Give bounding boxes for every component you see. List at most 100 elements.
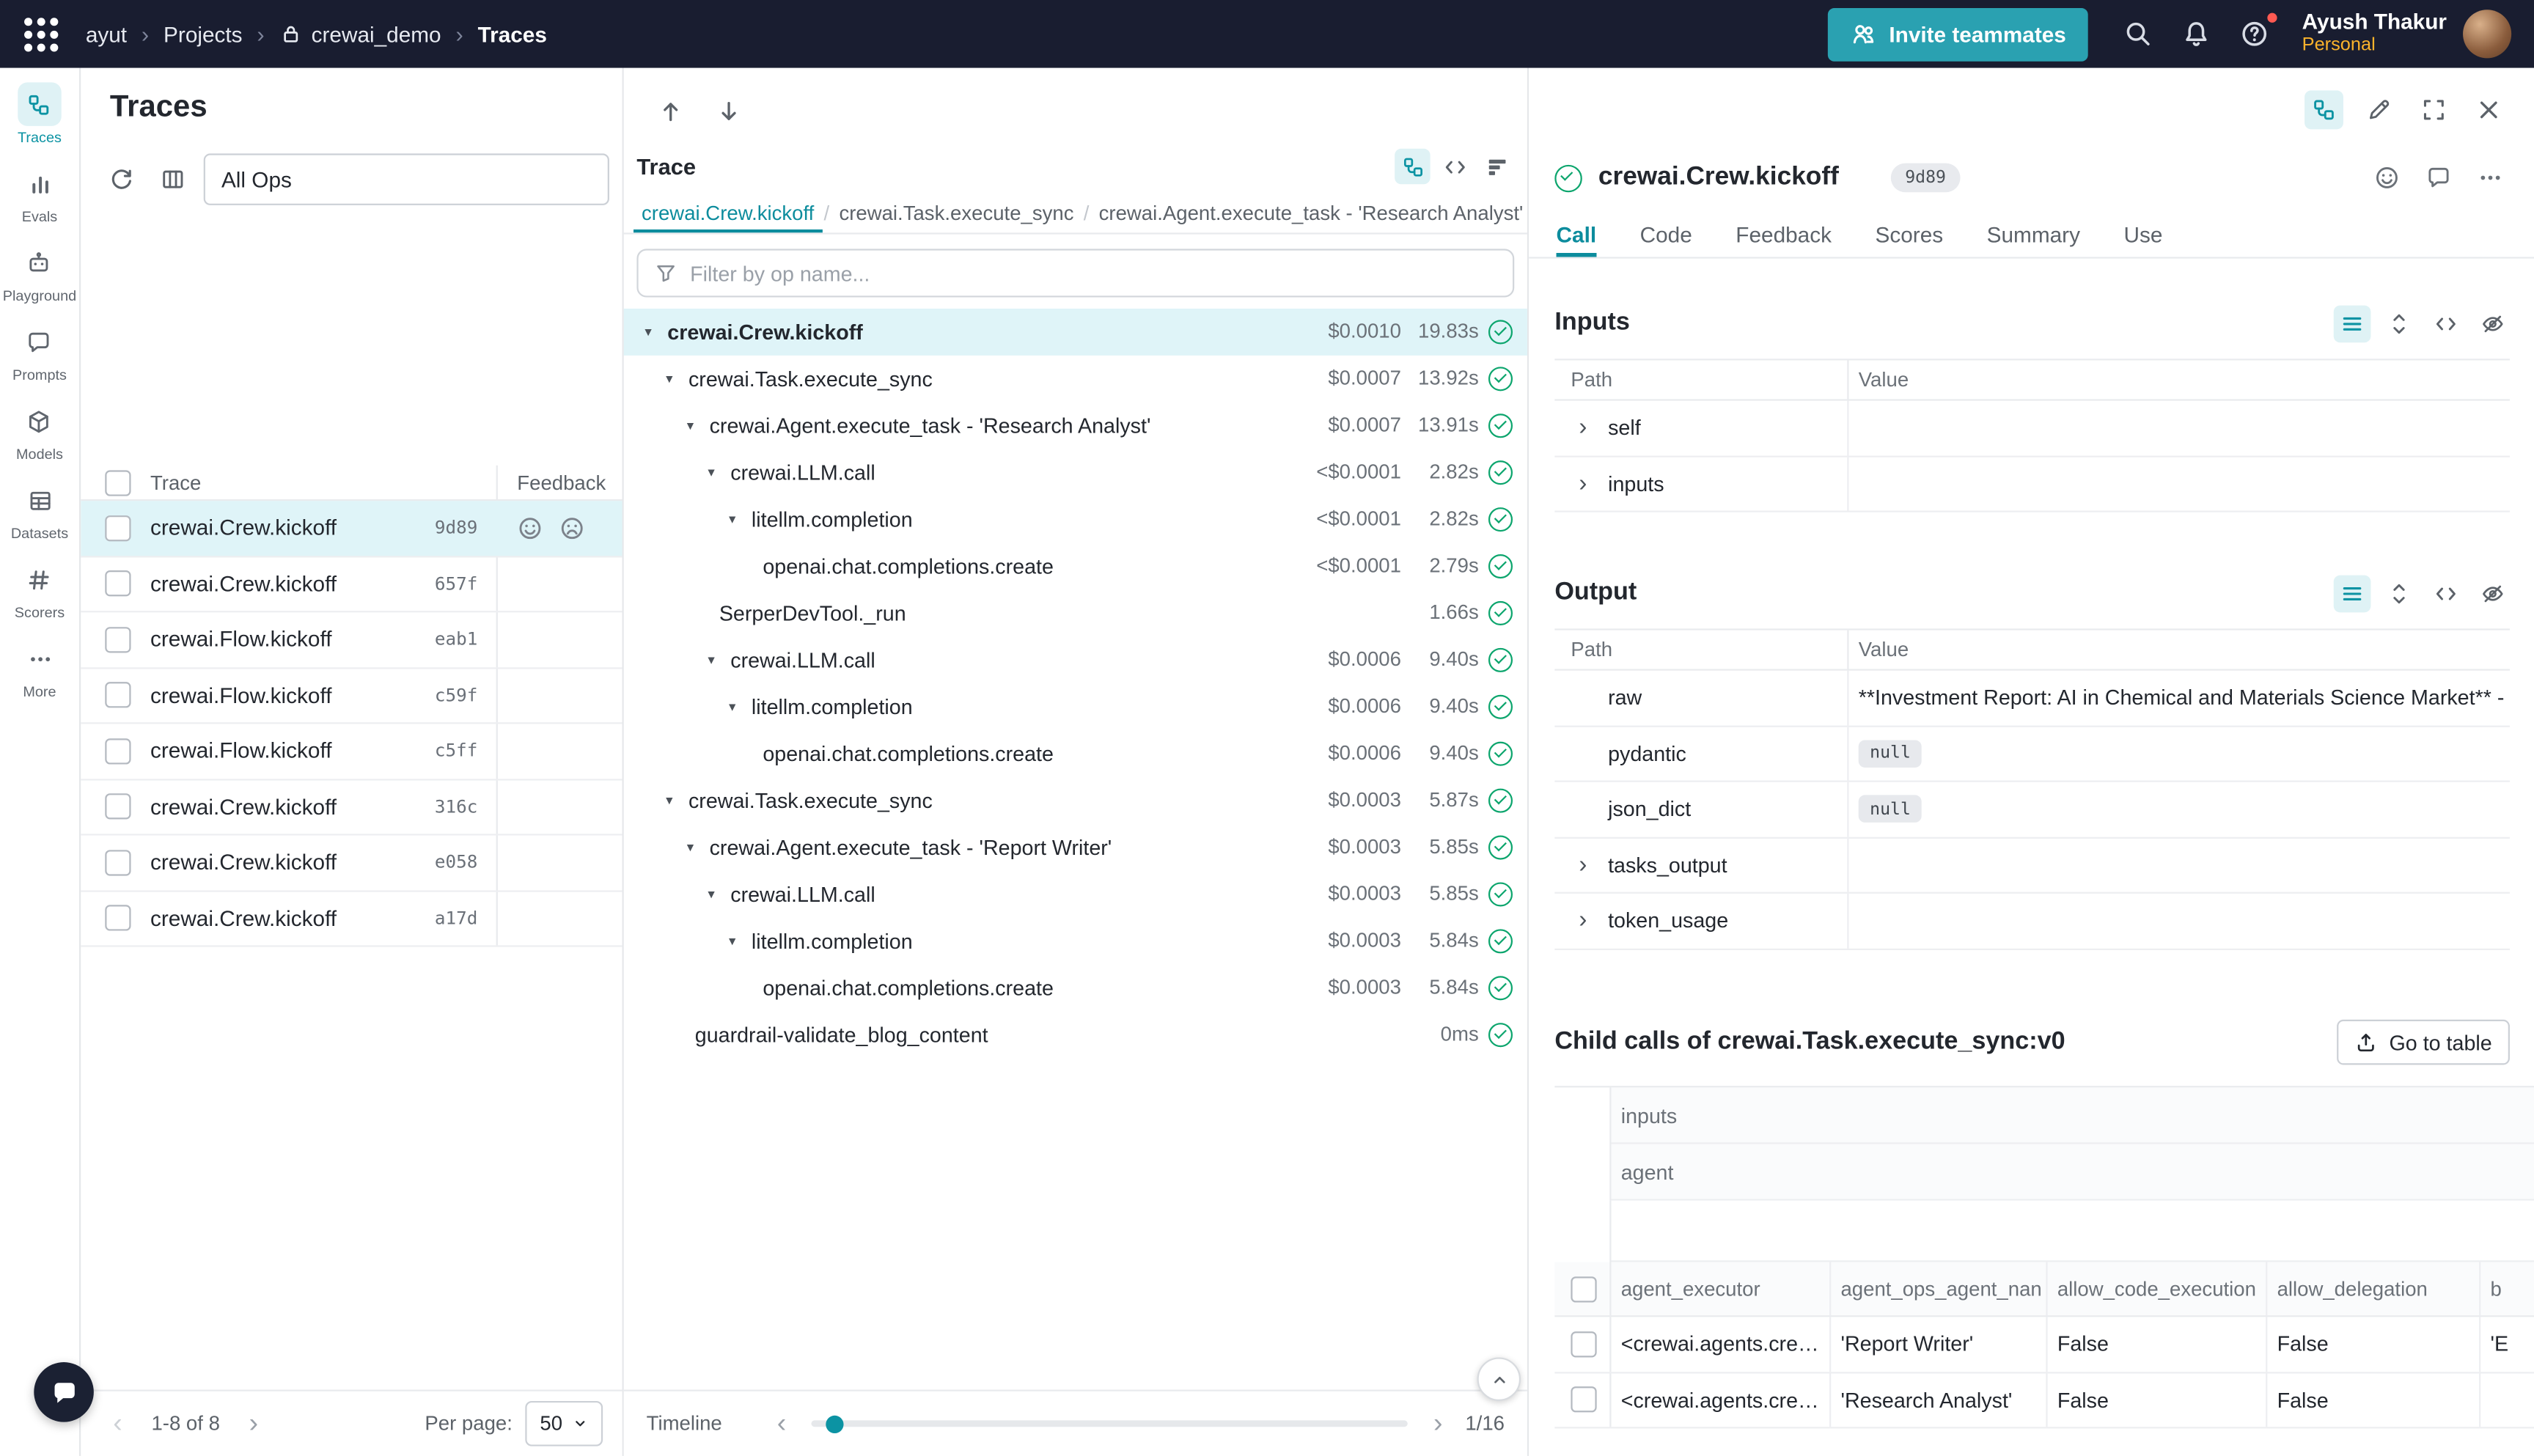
tab-feedback[interactable]: Feedback <box>1736 213 1832 257</box>
user-menu[interactable]: Ayush Thakur Personal <box>2302 10 2447 58</box>
flame-graph-view-button[interactable] <box>1479 149 1514 184</box>
search-icon[interactable] <box>2118 13 2159 55</box>
timeline-next-button[interactable]: › <box>1424 1408 1453 1440</box>
tree-row[interactable]: openai.chat.completions.create $0.0006 9… <box>624 730 1527 777</box>
row-checkbox[interactable] <box>105 571 131 597</box>
chevron-down-icon[interactable]: ▾ <box>666 777 672 824</box>
tree-row[interactable]: ▾ crewai.LLM.call $0.0003 5.85s <box>624 871 1527 918</box>
input-row[interactable]: ›self <box>1554 401 2510 457</box>
next-trace-arrow-down[interactable] <box>711 94 746 129</box>
path-tab[interactable]: crewai.Agent.execute_task - 'Research An… <box>1091 194 1527 232</box>
help-icon[interactable] <box>2234 13 2276 55</box>
timeline-slider-handle[interactable] <box>826 1415 844 1433</box>
trace-row[interactable]: crewai.Crew.kickoff 316c <box>81 779 622 835</box>
fullscreen-button[interactable] <box>2414 90 2453 129</box>
breadcrumb-traces[interactable]: Traces <box>478 22 547 46</box>
code-view-button[interactable] <box>1436 149 1472 184</box>
sidebar-item-models[interactable]: Models <box>16 399 63 462</box>
column-header[interactable]: allow_delegation <box>2266 1262 2479 1315</box>
overflow-menu-icon[interactable] <box>2472 160 2508 195</box>
row-checkbox[interactable] <box>105 794 131 820</box>
previous-trace-arrow-up[interactable] <box>653 94 688 129</box>
row-checkbox[interactable] <box>105 515 131 541</box>
breadcrumb-entity[interactable]: ayut <box>86 22 127 46</box>
thumbs-down-frowny-icon[interactable] <box>559 515 585 541</box>
chevron-down-icon[interactable]: ▾ <box>708 871 714 918</box>
sidebar-item-prompts[interactable]: Prompts <box>12 320 67 383</box>
hide-values-button[interactable] <box>2474 575 2511 612</box>
output-row[interactable]: pydantic null <box>1554 727 2510 782</box>
column-settings-button[interactable] <box>152 158 194 200</box>
chevron-down-icon[interactable]: ▾ <box>708 449 714 496</box>
sidebar-item-datasets[interactable]: Datasets <box>11 478 68 541</box>
column-header[interactable]: allow_code_execution <box>2046 1262 2266 1315</box>
op-filter-select[interactable]: All Ops <box>204 153 609 205</box>
input-row[interactable]: ›inputs <box>1554 457 2510 512</box>
per-page-select[interactable]: 50 <box>526 1401 603 1446</box>
path-tab[interactable]: crewai.Crew.kickoff <box>634 194 822 232</box>
tree-row[interactable]: ▾ crewai.Crew.kickoff $0.0010 19.83s <box>624 309 1527 356</box>
hide-values-button[interactable] <box>2474 304 2511 342</box>
column-header-trace[interactable]: Trace <box>150 471 422 493</box>
row-checkbox[interactable] <box>1571 1387 1596 1413</box>
row-checkbox[interactable] <box>105 905 131 931</box>
row-checkbox[interactable] <box>1571 1331 1596 1357</box>
tree-row[interactable]: openai.chat.completions.create $0.0003 5… <box>624 965 1527 1012</box>
tree-row[interactable]: openai.chat.completions.create <$0.0001 … <box>624 543 1527 590</box>
sidebar-item-traces[interactable]: Traces <box>18 82 62 145</box>
path-tab[interactable]: crewai.Task.execute_sync <box>831 194 1081 232</box>
tree-row[interactable]: ▾ crewai.Task.execute_sync $0.0007 13.92… <box>624 356 1527 402</box>
prev-page-button[interactable]: ‹ <box>103 1408 132 1440</box>
tree-row[interactable]: ▾ crewai.Agent.execute_task - 'Research … <box>624 402 1527 449</box>
column-header[interactable]: b <box>2479 1262 2534 1315</box>
op-name-filter-input[interactable] <box>690 261 1496 285</box>
timeline-prev-button[interactable]: ‹ <box>767 1408 796 1440</box>
tab-summary[interactable]: Summary <box>1987 213 2080 257</box>
trace-row[interactable]: crewai.Flow.kickoff eab1 <box>81 612 622 668</box>
output-row[interactable]: ›tasks_output <box>1554 838 2510 894</box>
tab-code[interactable]: Code <box>1640 213 1692 257</box>
refresh-button[interactable] <box>100 158 142 200</box>
chevron-down-icon[interactable]: ▾ <box>687 824 694 871</box>
wandb-logo[interactable] <box>24 17 58 51</box>
list-view-button[interactable] <box>2334 304 2371 342</box>
go-to-table-button[interactable]: Go to table <box>2337 1020 2510 1065</box>
chevron-right-icon[interactable]: › <box>1562 853 1608 877</box>
child-call-row[interactable]: <crewai.agents.cre… 'Report Writer' Fals… <box>1554 1317 2534 1372</box>
add-reaction-smiley-icon[interactable] <box>2369 160 2404 195</box>
row-checkbox[interactable] <box>105 627 131 652</box>
list-view-button[interactable] <box>2334 575 2371 612</box>
tree-row[interactable]: guardrail-validate_blog_content 0ms <box>624 1012 1527 1059</box>
chevron-down-icon[interactable]: ▾ <box>666 356 672 402</box>
column-header[interactable]: agent_ops_agent_nan <box>1829 1262 2046 1315</box>
expand-rows-button[interactable] <box>2381 304 2418 342</box>
row-checkbox[interactable] <box>105 850 131 875</box>
trace-row[interactable]: crewai.Crew.kickoff 657f <box>81 556 622 612</box>
invite-teammates-button[interactable]: Invite teammates <box>1828 7 2089 61</box>
tree-view-button[interactable] <box>2305 90 2343 129</box>
trace-row[interactable]: crewai.Flow.kickoff c5ff <box>81 724 622 779</box>
tree-view-button[interactable] <box>1395 149 1430 184</box>
output-row[interactable]: ›token_usage <box>1554 894 2510 949</box>
tab-call[interactable]: Call <box>1557 213 1597 257</box>
chevron-right-icon[interactable]: › <box>1562 908 1608 933</box>
call-id-badge[interactable]: 9d89 <box>1890 163 1960 193</box>
row-checkbox[interactable] <box>105 738 131 764</box>
trace-row[interactable]: crewai.Crew.kickoff a17d <box>81 891 622 947</box>
code-view-button[interactable] <box>2428 575 2465 612</box>
output-row[interactable]: json_dict null <box>1554 782 2510 838</box>
select-all-checkbox[interactable] <box>1571 1276 1596 1301</box>
column-header-feedback[interactable]: Feedback <box>496 466 623 499</box>
chevron-down-icon[interactable]: ▾ <box>708 636 714 683</box>
tab-use[interactable]: Use <box>2123 213 2162 257</box>
chevron-down-icon[interactable]: ▾ <box>687 402 694 449</box>
tree-row[interactable]: ▾ crewai.LLM.call <$0.0001 2.82s <box>624 449 1527 496</box>
chevron-right-icon[interactable]: › <box>1562 416 1608 440</box>
chevron-right-icon[interactable]: › <box>1562 471 1608 496</box>
output-row[interactable]: raw **Investment Report: AI in Chemical … <box>1554 671 2510 727</box>
column-header[interactable]: agent_executor <box>1611 1262 1829 1315</box>
trace-row[interactable]: crewai.Flow.kickoff c59f <box>81 668 622 724</box>
breadcrumb-project[interactable]: crewai_demo <box>279 22 441 46</box>
edit-pencil-button[interactable] <box>2359 90 2398 129</box>
close-button[interactable] <box>2469 90 2508 129</box>
